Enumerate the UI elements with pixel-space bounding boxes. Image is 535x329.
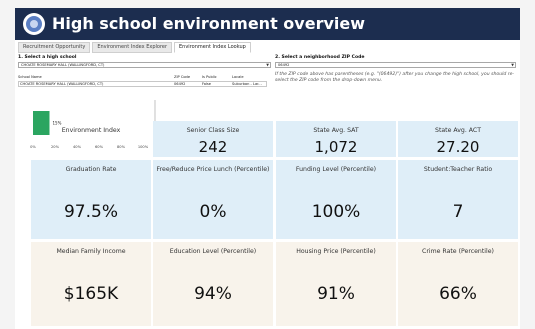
housing-price-title: Housing Price (Percentile) (296, 248, 376, 255)
x-tick-label: 0% (30, 145, 36, 149)
logo-icon (23, 13, 45, 35)
zip-select[interactable]: 06492 ▼ (275, 62, 516, 68)
environment-index-chart: 15% (33, 100, 156, 148)
student-teacher-ratio-card: Student:Teacher Ratio 7 (398, 160, 518, 239)
tab-recruitment-opportunity[interactable]: Recruitment Opportunity (18, 42, 91, 53)
table-header-is-public: Is Public (202, 75, 217, 79)
crime-rate-value: 66% (439, 284, 477, 304)
tab-environment-index-lookup[interactable]: Environment Index Lookup (174, 42, 251, 53)
school-select-value: CHOATE ROSEMARY HALL (WALLINGFORD, CT) (21, 63, 105, 67)
zip-select-value: 06492 (278, 63, 290, 67)
x-tick-label: 100% (137, 145, 149, 149)
table-header-school-name: School Name (18, 75, 42, 79)
x-tick-label: 20% (51, 145, 59, 149)
x-tick-label: 40% (73, 145, 81, 149)
graduation-rate-value: 97.5% (63, 202, 118, 222)
free-reduced-lunch-value: 0% (199, 202, 227, 222)
education-level-value: 94% (194, 284, 232, 304)
free-reduced-lunch-title: Free/Reduce Price Lunch (Percentile) (156, 166, 270, 173)
school-select[interactable]: CHOATE ROSEMARY HALL (WALLINGFORD, CT) ▼ (18, 62, 271, 68)
state-avg-act-value: 27.20 (436, 138, 480, 156)
housing-price-card: Housing Price (Percentile) 91% (276, 242, 396, 326)
tab-environment-index-explorer[interactable]: Environment Index Explorer (92, 42, 173, 53)
median-family-income-title: Median Family Income (56, 248, 126, 255)
environment-index-value-label: 15% (53, 121, 62, 126)
education-level-card: Education Level (Percentile) 94% (153, 242, 273, 326)
senior-class-size-title: Senior Class Size (186, 127, 240, 134)
x-tick-label: 80% (117, 145, 125, 149)
state-avg-sat-value: 1,072 (314, 138, 358, 156)
senior-class-size-value: 242 (198, 138, 228, 156)
funding-level-card: Funding Level (Percentile) 100% (276, 160, 396, 239)
chevron-down-icon: ▼ (511, 63, 514, 67)
school-select-label: 1. Select a high school (18, 55, 77, 60)
student-teacher-ratio-title: Student:Teacher Ratio (423, 166, 493, 173)
table-cell-is-public: False (202, 82, 212, 86)
state-avg-sat-title: State Avg. SAT (313, 127, 359, 134)
crime-rate-title: Crime Rate (Percentile) (422, 248, 494, 255)
tab-bar: Recruitment Opportunity Environment Inde… (18, 42, 251, 53)
zip-help-note: If the ZIP code above has parentheses (e… (275, 72, 515, 84)
table-header-locale: Locale (232, 75, 244, 79)
median-family-income-value: $165K (63, 284, 119, 304)
crime-rate-card: Crime Rate (Percentile) 66% (398, 242, 518, 326)
free-reduced-lunch-card: Free/Reduce Price Lunch (Percentile) 0% (153, 160, 273, 239)
housing-price-value: 91% (317, 284, 355, 304)
education-level-title: Education Level (Percentile) (169, 248, 257, 255)
page-title: High school environment overview (52, 14, 365, 33)
funding-level-title: Funding Level (Percentile) (295, 166, 377, 173)
state-avg-act-title: State Avg. ACT (435, 127, 481, 134)
x-tick-label: 60% (95, 145, 103, 149)
funding-level-value: 100% (311, 202, 361, 222)
zip-select-label: 2. Select a neighborhood ZIP Code (275, 55, 365, 60)
graduation-rate-card: Graduation Rate 97.5% (31, 160, 151, 239)
table-cell-locale: Suburban - Lar... (232, 82, 262, 86)
chevron-down-icon: ▼ (266, 63, 269, 67)
table-cell-zip-code: 06492 (174, 82, 186, 86)
table-header-zip-code: ZIP Code (174, 75, 191, 79)
app-header: High school environment overview (15, 8, 520, 40)
graduation-rate-title: Graduation Rate (65, 166, 117, 173)
state-avg-sat-card: State Avg. SAT 1,072 (276, 121, 396, 157)
median-family-income-card: Median Family Income $165K (31, 242, 151, 326)
environment-index-bar (33, 111, 50, 135)
student-teacher-ratio-value: 7 (452, 202, 464, 222)
table-cell-school-name: CHOATE ROSEMARY HALL (WALLINGFORD, CT) (20, 82, 104, 86)
senior-class-size-card: Senior Class Size 242 (153, 121, 273, 157)
state-avg-act-card: State Avg. ACT 27.20 (398, 121, 518, 157)
